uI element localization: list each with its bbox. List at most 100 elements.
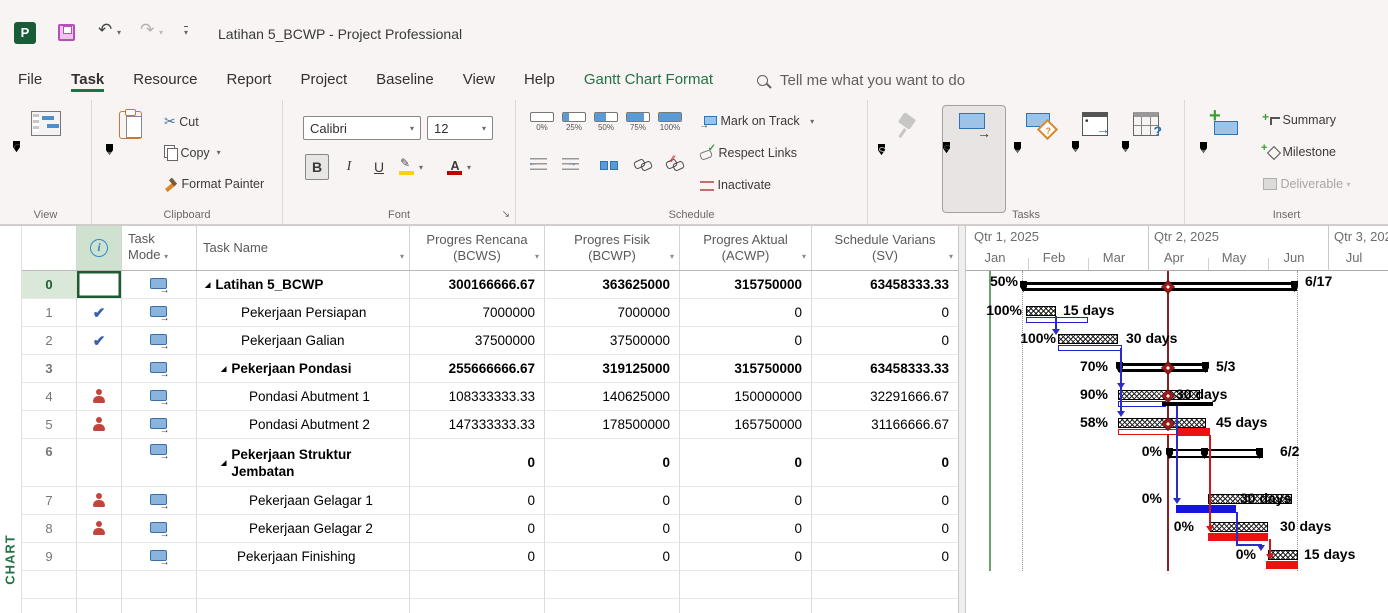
sv-cell[interactable]: 63458333.33: [812, 355, 958, 383]
bcws-column-header[interactable]: Progres Rencana(BCWS): [410, 226, 545, 270]
row-number[interactable]: 3: [22, 355, 77, 383]
task-name-cell[interactable]: Pondasi Abutment 2: [197, 411, 410, 439]
indicator-cell[interactable]: [77, 383, 122, 411]
task-mode-cell[interactable]: [122, 543, 197, 571]
sv-cell[interactable]: 0: [812, 487, 958, 515]
bcwp-cell[interactable]: 0: [545, 515, 680, 543]
gantt-chart-view-button[interactable]: Gantt Chart: [13, 105, 79, 141]
critical-baseline-bar[interactable]: [1266, 561, 1298, 569]
bcws-cell[interactable]: 0: [410, 515, 545, 543]
task-mode-cell[interactable]: [122, 299, 197, 327]
mode-button[interactable]: Mode: [1122, 105, 1170, 141]
tab-view[interactable]: View: [463, 71, 495, 92]
tab-gantt-chart-format[interactable]: Gantt Chart Format: [584, 71, 713, 92]
outdent-task-button[interactable]: [530, 158, 547, 171]
gantt-chart-body[interactable]: 50% 6/17 100% 15 days 100% 30 days 70%: [966, 271, 1388, 613]
font-size-dropdown-icon[interactable]: [482, 124, 486, 133]
customize-quick-access-toolbar-icon[interactable]: [184, 26, 188, 37]
font-size-combobox[interactable]: 12: [427, 116, 493, 140]
task-mode-cell[interactable]: [122, 487, 197, 515]
sv-cell[interactable]: 0: [812, 299, 958, 327]
bcwp-cell[interactable]: 0: [545, 439, 680, 487]
task-name-cell[interactable]: Pekerjaan Galian: [197, 327, 410, 355]
tab-project[interactable]: Project: [300, 71, 347, 92]
acwp-column-header[interactable]: Progres Aktual(ACWP): [680, 226, 812, 270]
sv-cell[interactable]: 31166666.67: [812, 411, 958, 439]
acwp-filter-icon[interactable]: [802, 249, 806, 265]
auto-schedule-button[interactable]: Auto Schedule: [942, 105, 1006, 213]
indicator-cell-selected[interactable]: [77, 271, 122, 299]
row-number[interactable]: 9: [22, 543, 77, 571]
split-task-button[interactable]: [600, 158, 618, 171]
italic-button[interactable]: I: [337, 154, 361, 180]
acwp-cell[interactable]: 0: [680, 299, 812, 327]
insert-summary-button[interactable]: Summary: [1263, 113, 1336, 127]
bcwp-cell[interactable]: 140625000: [545, 383, 680, 411]
row-number[interactable]: 7: [22, 487, 77, 515]
indicator-cell[interactable]: [77, 543, 122, 571]
bold-button[interactable]: B: [305, 154, 329, 180]
font-color-button[interactable]: A: [447, 154, 471, 180]
task-mode-cell[interactable]: [122, 383, 197, 411]
summary-bar[interactable]: [1168, 449, 1263, 458]
percent-complete-0-button[interactable]: 0%: [528, 112, 556, 132]
bcws-cell[interactable]: 0: [410, 543, 545, 571]
gantt-timescale-header[interactable]: Qtr 1, 2025 Qtr 2, 2025 Qtr 3, 2025 Jan …: [966, 226, 1388, 271]
task-mode-cell[interactable]: [122, 411, 197, 439]
collapse-triangle-icon[interactable]: [205, 281, 210, 289]
format-painter-button[interactable]: Format Painter: [164, 177, 264, 191]
bcws-cell[interactable]: 7000000: [410, 299, 545, 327]
task-name-cell[interactable]: Pondasi Abutment 1: [197, 383, 410, 411]
task-progress-bar[interactable]: [1058, 334, 1118, 344]
task-name-cell[interactable]: Pekerjaan Persiapan: [197, 299, 410, 327]
task-baseline-bar[interactable]: [1176, 505, 1236, 513]
percent-complete-75-button[interactable]: 75%: [624, 112, 652, 132]
indicator-cell[interactable]: [77, 411, 122, 439]
bcwp-column-header[interactable]: Progres Fisik(BCWP): [545, 226, 680, 270]
font-family-dropdown-icon[interactable]: [410, 124, 414, 133]
indicator-cell[interactable]: [77, 299, 122, 327]
task-mode-cell[interactable]: [122, 271, 197, 299]
row-number[interactable]: 2: [22, 327, 77, 355]
critical-baseline-bar[interactable]: [1208, 533, 1268, 541]
task-mode-column-header[interactable]: Task Mode: [122, 226, 197, 270]
indicator-cell[interactable]: [77, 355, 122, 383]
sv-cell[interactable]: 63458333.33: [812, 271, 958, 299]
row-number[interactable]: 8: [22, 515, 77, 543]
save-icon[interactable]: [58, 24, 75, 41]
indicator-cell[interactable]: [77, 487, 122, 515]
row-number[interactable]: 5: [22, 411, 77, 439]
font-family-combobox[interactable]: Calibri: [303, 116, 421, 140]
acwp-cell[interactable]: 0: [680, 543, 812, 571]
bcws-cell[interactable]: 37500000: [410, 327, 545, 355]
copy-button[interactable]: Copy: [164, 145, 221, 160]
undo-dropdown-icon[interactable]: [117, 28, 121, 37]
move-button[interactable]: Move: [1072, 105, 1118, 141]
background-color-button[interactable]: [399, 154, 423, 180]
task-baseline-bar[interactable]: [1118, 401, 1166, 407]
mark-on-track-dropdown-icon[interactable]: [810, 117, 814, 126]
task-mode-cell[interactable]: [122, 327, 197, 355]
task-progress-bar[interactable]: [1026, 306, 1056, 316]
bcws-cell[interactable]: 300166666.67: [410, 271, 545, 299]
percent-complete-50-button[interactable]: 50%: [592, 112, 620, 132]
inactivate-button[interactable]: Inactivate: [700, 178, 771, 192]
table-gantt-splitter[interactable]: [958, 226, 966, 613]
unlink-tasks-button[interactable]: [666, 158, 684, 171]
bcwp-filter-icon[interactable]: [670, 249, 674, 265]
sv-cell[interactable]: 0: [812, 439, 958, 487]
acwp-cell[interactable]: 315750000: [680, 355, 812, 383]
collapse-triangle-icon[interactable]: [221, 459, 226, 467]
cut-button[interactable]: Cut: [164, 113, 199, 130]
sv-column-header[interactable]: Schedule Varians(SV): [812, 226, 958, 270]
bcws-cell[interactable]: 108333333.33: [410, 383, 545, 411]
font-color-dropdown-icon[interactable]: [467, 163, 471, 172]
sv-filter-icon[interactable]: [949, 249, 953, 265]
link-tasks-button[interactable]: [634, 158, 652, 171]
acwp-cell[interactable]: 0: [680, 439, 812, 487]
task-name-filter-icon[interactable]: [400, 249, 404, 265]
indicator-cell[interactable]: [77, 327, 122, 355]
task-name-cell[interactable]: Pekerjaan Gelagar 2: [197, 515, 410, 543]
row-number[interactable]: 0: [22, 271, 77, 299]
font-dialog-launcher-icon[interactable]: [502, 209, 510, 220]
